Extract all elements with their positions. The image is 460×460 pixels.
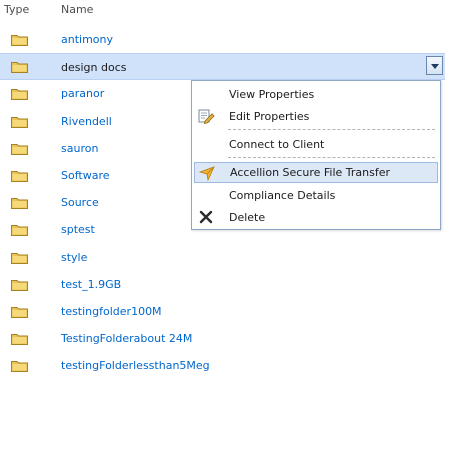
list-item[interactable]: test_1.9GB — [0, 271, 445, 298]
folder-icon — [11, 252, 28, 264]
accellion-arrow-icon — [198, 165, 216, 182]
menu-item-label: Compliance Details — [229, 189, 336, 202]
menu-item-compliance-details[interactable]: Compliance Details — [194, 185, 438, 206]
folder-name-link[interactable]: design docs — [61, 61, 126, 74]
edit-document-icon — [197, 108, 215, 125]
menu-item-label: Accellion Secure File Transfer — [230, 166, 391, 179]
menu-item-edit-properties[interactable]: Edit Properties — [194, 106, 438, 127]
folder-name-link[interactable]: sptest — [61, 223, 95, 236]
column-header-name[interactable]: Name — [61, 3, 93, 16]
menu-item-label: Delete — [229, 211, 266, 224]
folder-icon — [11, 170, 28, 182]
folder-name-link[interactable]: Rivendell — [61, 115, 112, 128]
folder-name-link[interactable]: paranor — [61, 87, 104, 100]
folder-icon — [11, 224, 28, 237]
menu-item-view-properties[interactable]: View Properties — [194, 84, 438, 105]
folder-name-link[interactable]: Source — [61, 196, 99, 209]
list-item[interactable]: TestingFolderabout 24M — [0, 325, 445, 352]
folder-icon — [11, 360, 28, 373]
menu-separator — [228, 157, 435, 158]
list-item[interactable]: style — [0, 244, 445, 271]
menu-item-label: Connect to Client — [229, 138, 325, 151]
chevron-down-icon — [431, 64, 439, 70]
menu-item-delete[interactable]: Delete — [194, 207, 438, 228]
menu-item-accellion-secure-file-transfer[interactable]: Accellion Secure File Transfer — [194, 162, 438, 183]
folder-name-link[interactable]: antimony — [61, 33, 113, 46]
folder-icon — [11, 61, 28, 74]
list-header: Type Name — [0, 0, 460, 22]
list-item-selected[interactable]: design docs — [0, 53, 445, 81]
item-menu-dropdown-button[interactable] — [426, 56, 443, 76]
folder-name-link[interactable]: sauron — [61, 142, 98, 155]
folder-icon — [11, 333, 28, 346]
folder-name-link[interactable]: TestingFolderabout 24M — [61, 332, 192, 345]
menu-item-connect-to-client[interactable]: Connect to Client — [194, 134, 438, 155]
list-item[interactable]: testingFolderlessthan5Meg — [0, 352, 445, 379]
folder-icon — [11, 34, 28, 46]
folder-icon — [11, 306, 28, 318]
folder-icon — [11, 279, 28, 291]
item-context-menu: View Properties Edit Properties Connect … — [191, 80, 441, 230]
folder-icon — [11, 197, 28, 210]
folder-name-link[interactable]: test_1.9GB — [61, 278, 121, 291]
list-item[interactable]: antimony — [0, 26, 445, 53]
folder-name-link[interactable]: testingfolder100M — [61, 305, 162, 318]
folder-icon — [11, 88, 28, 101]
folder-icon — [11, 143, 28, 155]
folder-name-link[interactable]: testingFolderlessthan5Meg — [61, 359, 210, 372]
folder-name-link[interactable]: style — [61, 251, 87, 264]
menu-item-label: Edit Properties — [229, 110, 310, 123]
folder-icon — [11, 116, 28, 128]
document-library: Type Name antimony design docs paranor R… — [0, 0, 460, 460]
menu-separator — [228, 129, 435, 130]
list-item[interactable]: testingfolder100M — [0, 298, 445, 325]
folder-name-link[interactable]: Software — [61, 169, 110, 182]
delete-x-icon — [197, 209, 215, 225]
menu-item-label: View Properties — [229, 88, 315, 101]
column-header-type[interactable]: Type — [4, 3, 29, 16]
